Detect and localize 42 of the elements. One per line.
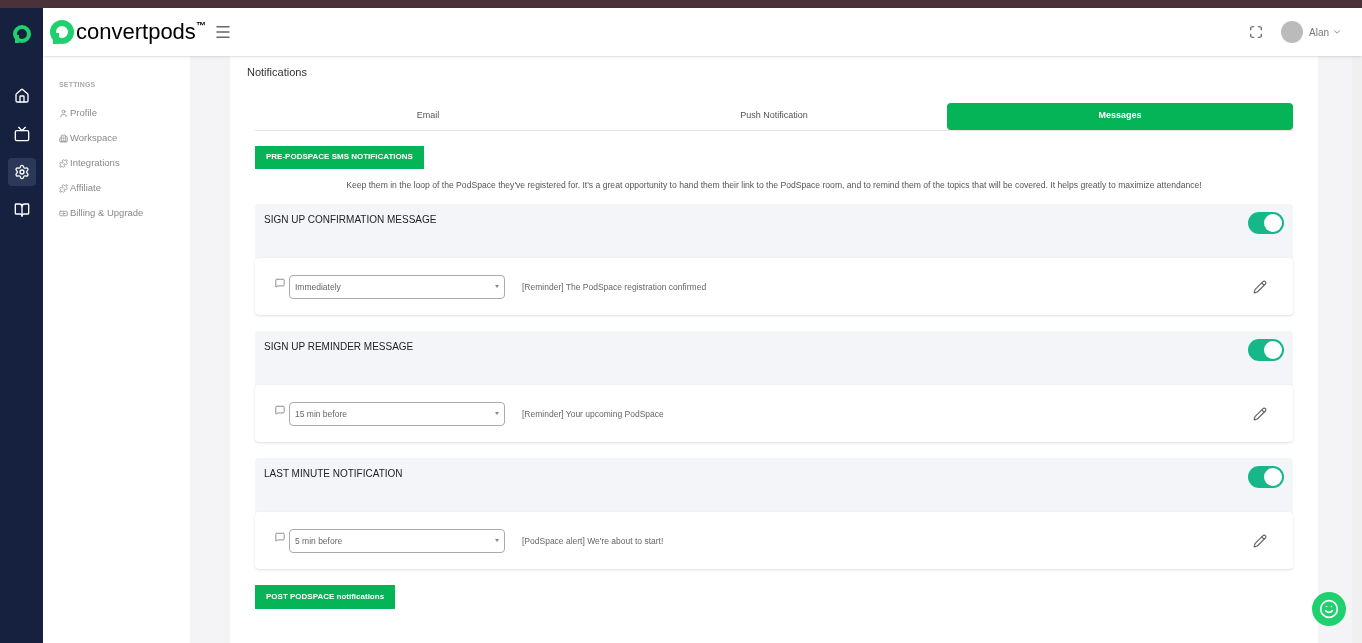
- message-title: SIGN UP REMINDER MESSAGE: [264, 340, 414, 355]
- tab[interactable]: Messages: [947, 102, 1293, 130]
- sidebar-item[interactable]: Integrations: [70, 155, 120, 171]
- scrollbar[interactable]: [1352, 56, 1362, 643]
- user-name[interactable]: Alan: [1309, 24, 1329, 40]
- post-podspace-button[interactable]: POST PODSPACE notifications: [255, 585, 396, 610]
- menu-icon[interactable]: [213, 23, 232, 41]
- logo-icon: [11, 24, 32, 44]
- timing-select[interactable]: 15 min before: [289, 401, 505, 426]
- message-title: LAST MINUTE NOTIFICATION: [264, 467, 403, 482]
- description: Keep them in the loop of the PodSpace they've registered for. It's a great opportunity to hand them their link to the PodSpace room, and to remind them of the topics that will be covered. It helps greatly to maximize attendance!: [345, 178, 1203, 192]
- edit-icon[interactable]: [1253, 279, 1267, 294]
- logo-icon: [49, 19, 75, 45]
- edit-icon[interactable]: [1253, 533, 1267, 548]
- sidebar-item[interactable]: Billing & Upgrade: [70, 205, 144, 221]
- sidebar-item[interactable]: Affiliate: [70, 180, 101, 196]
- message-title: SIGN UP CONFIRMATION MESSAGE: [264, 213, 437, 228]
- brand-name: convertpods: [76, 21, 196, 43]
- page-title: Notifications: [247, 65, 308, 80]
- sidebar-item[interactable]: Workspace: [70, 130, 118, 146]
- puzzle-icon: [59, 183, 68, 193]
- message-subject: [Reminder] Your upcoming PodSpace: [522, 407, 664, 421]
- person-icon: [59, 108, 68, 118]
- message-subject: [Reminder] The PodSpace registration confirmed: [522, 280, 707, 294]
- fullscreen-icon[interactable]: [1249, 25, 1263, 39]
- caret-icon: [1332, 27, 1342, 37]
- tab[interactable]: Push Notification: [601, 102, 947, 130]
- toggle-switch[interactable]: [1248, 466, 1284, 489]
- pre-podspace-button[interactable]: PRE-PODSPACE SMS NOTIFICATIONS: [255, 145, 424, 169]
- message-subject: [PodSpace alert] We're about to start!: [522, 534, 664, 548]
- building-icon: [59, 133, 68, 143]
- puzzle-icon: [59, 158, 68, 168]
- toggle-switch[interactable]: [1248, 212, 1284, 235]
- banknote-icon: [59, 208, 68, 218]
- edit-icon[interactable]: [1253, 406, 1267, 421]
- trademark: ™: [195, 19, 206, 31]
- timing-select[interactable]: 5 min before: [289, 528, 505, 553]
- toggle-switch[interactable]: [1248, 339, 1284, 362]
- sidebar-item[interactable]: Profile: [70, 105, 97, 121]
- timing-select[interactable]: Immediately: [289, 274, 505, 299]
- settings-icon[interactable]: [7, 158, 36, 186]
- tab[interactable]: Email: [255, 102, 601, 130]
